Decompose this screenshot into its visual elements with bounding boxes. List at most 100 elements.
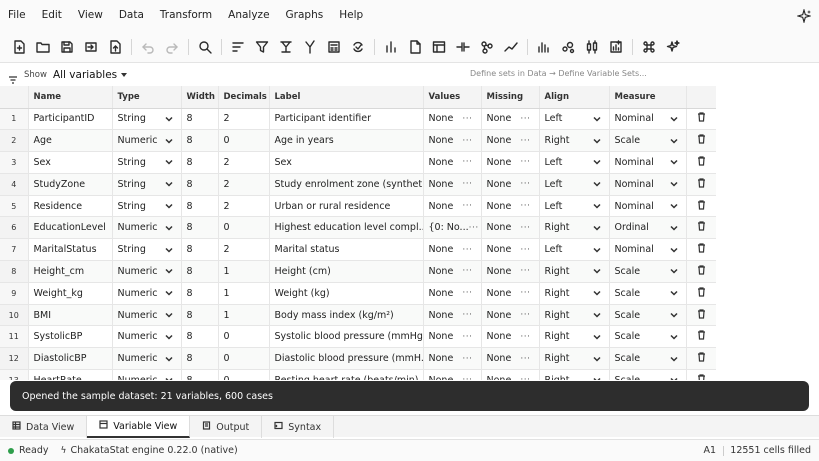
width-cell[interactable]: 8 [181,238,219,262]
decimals-cell[interactable]: 2 [218,195,270,218]
table-row[interactable]: 4 StudyZone String 8 2 Study enrolment zone (… [0,173,716,196]
values-cell[interactable]: None ··· [423,369,482,380]
decimals-cell[interactable]: 1 [218,304,270,327]
tab-variable-view[interactable]: Variable View [87,416,191,438]
more-icon[interactable]: ··· [520,375,530,380]
measure-cell[interactable]: Scale [609,347,687,371]
menu-data[interactable]: Data [111,0,152,31]
more-icon[interactable]: ··· [520,223,530,233]
add-chart-icon[interactable] [604,35,628,59]
more-icon[interactable]: ··· [462,201,472,211]
type-cell[interactable]: Numeric [112,282,182,305]
more-icon[interactable]: ··· [520,332,530,342]
values-cell[interactable]: None ··· [423,151,482,174]
more-icon[interactable]: ··· [462,288,472,298]
export-icon[interactable] [103,35,127,59]
missing-cell[interactable]: None ··· [481,216,540,240]
line-chart-icon[interactable] [499,35,523,59]
decimals-cell[interactable]: 0 [218,347,270,371]
import-icon[interactable] [79,35,103,59]
measure-cell[interactable]: Nominal [609,151,687,174]
tab-data-view[interactable]: Data View [0,416,88,438]
trash-icon[interactable] [697,221,706,234]
row-number[interactable]: 10 [0,304,29,327]
variable-name-cell[interactable]: Age [28,129,113,153]
type-cell[interactable]: String [112,238,182,262]
more-icon[interactable]: ··· [462,354,472,364]
variable-set-dropdown[interactable]: All variables [53,69,128,81]
open-folder-icon[interactable] [31,35,55,59]
width-cell[interactable]: 8 [181,325,219,349]
sort-icon[interactable] [226,35,250,59]
menu-transform[interactable]: Transform [152,0,220,31]
values-cell[interactable]: None ··· [423,238,482,262]
column-header-width[interactable]: Width [181,86,219,109]
type-cell[interactable]: String [112,151,182,174]
row-number[interactable]: 6 [0,216,29,240]
width-cell[interactable]: 8 [181,195,219,218]
measure-cell[interactable]: Scale [609,282,687,305]
values-cell[interactable]: None ··· [423,108,482,131]
column-header-decimals[interactable]: Decimals [218,86,270,109]
trash-icon[interactable] [697,287,706,300]
variable-name-cell[interactable]: StudyZone [28,173,113,196]
table-row[interactable]: 8 Height_cm Numeric 8 1 Height (cm) None ··· Non… [0,260,716,283]
missing-cell[interactable]: None ··· [481,347,540,371]
more-icon[interactable]: ··· [520,266,530,276]
label-cell[interactable]: Urban or rural residence [269,195,424,218]
split-icon[interactable] [274,35,298,59]
align-cell[interactable]: Left [539,108,610,131]
align-cell[interactable]: Right [539,304,610,327]
ai-assistant-icon[interactable] [795,7,813,25]
decimals-cell[interactable]: 1 [218,260,270,283]
values-cell[interactable]: None ··· [423,304,482,327]
table-row[interactable]: 9 Weight_kg Numeric 8 1 Weight (kg) None ··· Non… [0,282,716,305]
label-cell[interactable]: Sex [269,151,424,174]
align-cell[interactable]: Left [539,238,610,262]
more-icon[interactable]: ··· [520,136,530,146]
variable-name-cell[interactable]: Sex [28,151,113,174]
label-cell[interactable]: Highest education level compl... [269,216,424,240]
table-row[interactable]: 5 Residence String 8 2 Urban or rural residen… [0,195,716,218]
more-icon[interactable]: ··· [462,332,472,342]
column-header-type[interactable]: Type [112,86,182,109]
table-row[interactable]: 10 BMI Numeric 8 1 Body mass index (kg/m²) Non… [0,304,716,327]
table-row[interactable]: 13HeartRate Numeric 80Resting heart rate (… [0,369,716,380]
variable-name-cell[interactable]: HeartRate [28,369,113,380]
width-cell[interactable]: 8 [181,108,219,131]
variable-name-cell[interactable]: BMI [28,304,113,327]
trash-icon[interactable] [697,265,706,278]
type-cell[interactable]: Numeric [112,260,182,283]
width-cell[interactable]: 8 [181,260,219,283]
measure-cell[interactable]: Nominal [609,108,687,131]
more-icon[interactable]: ··· [462,266,472,276]
row-number[interactable]: 1 [0,108,29,131]
more-icon[interactable]: ··· [520,201,530,211]
width-cell[interactable]: 8 [181,129,219,153]
column-header-index[interactable] [0,86,29,109]
menu-graphs[interactable]: Graphs [278,0,332,31]
more-icon[interactable]: ··· [462,114,472,124]
values-cell[interactable]: None ··· [423,260,482,283]
more-icon[interactable]: ··· [520,310,530,320]
undo-icon[interactable] [136,35,160,59]
document-icon[interactable] [403,35,427,59]
row-number[interactable]: 11 [0,325,29,349]
align-cell[interactable]: Right [539,260,610,283]
type-cell[interactable]: Numeric [112,304,182,327]
measure-cell[interactable]: Scale [609,325,687,349]
row-number[interactable]: 13 [0,369,29,380]
type-cell[interactable]: String [112,173,182,196]
bar-chart-icon[interactable] [379,35,403,59]
width-cell[interactable]: 8 [181,282,219,305]
column-header-label[interactable]: Label [269,86,424,109]
more-icon[interactable]: ··· [520,354,530,364]
align-cell[interactable]: Right [539,369,610,380]
row-number[interactable]: 8 [0,260,29,283]
measure-cell[interactable]: Nominal [609,173,687,196]
recode-icon[interactable] [346,35,370,59]
trash-icon[interactable] [697,308,706,322]
trash-icon[interactable] [697,374,706,380]
table-row[interactable]: 2 Age Numeric 8 0 Age in years None ··· None ··· R… [0,129,716,153]
row-number[interactable]: 4 [0,173,29,196]
